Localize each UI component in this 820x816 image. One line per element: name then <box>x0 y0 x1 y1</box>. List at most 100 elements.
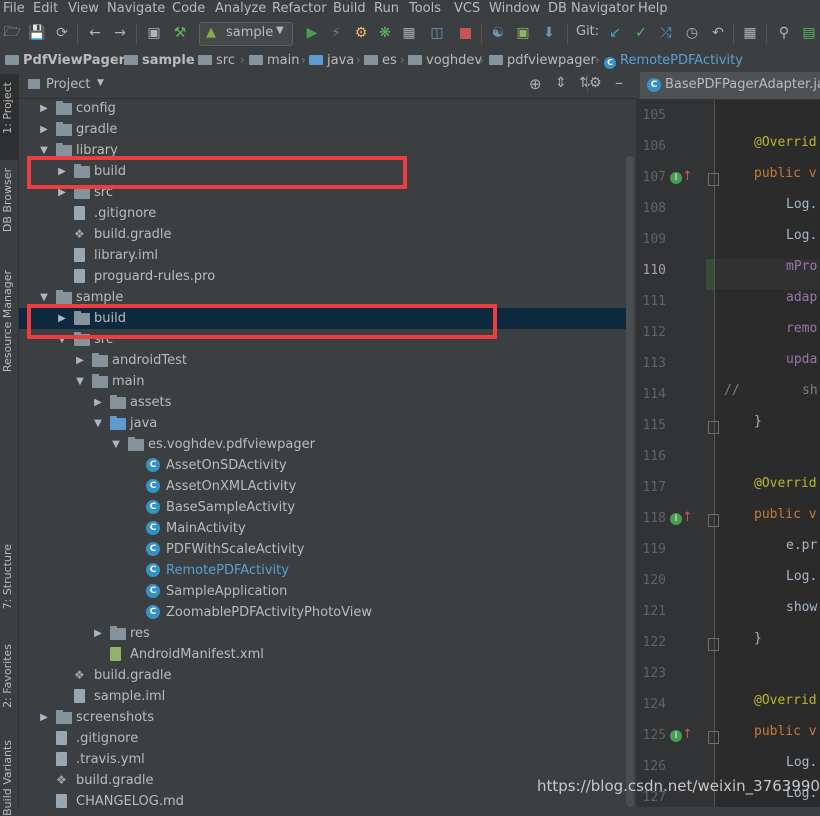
menu-run[interactable]: Run <box>374 1 399 16</box>
git-update-icon[interactable]: ↙ <box>606 24 624 42</box>
debug-bug-icon[interactable]: ❋ <box>376 24 394 42</box>
tree-item[interactable]: ❖ build.gradle <box>19 665 626 686</box>
git-commit-icon[interactable]: ✓ <box>632 24 650 42</box>
attach-debugger-icon[interactable]: ◫ <box>428 24 446 42</box>
history-icon[interactable]: ◷ <box>683 24 701 42</box>
resource-manager-tab[interactable]: Resource Manager <box>1 270 14 372</box>
override-icon[interactable]: I ↑ <box>670 169 693 187</box>
structure-tab[interactable]: 7: Structure <box>1 544 14 609</box>
tree-item[interactable]: C RemotePDFActivity <box>19 560 626 581</box>
run-configuration-dropdown[interactable]: ▲ sample ▼ <box>199 22 293 46</box>
breadcrumb-item-main[interactable]: main <box>249 53 299 68</box>
tree-item[interactable]: library.iml <box>19 245 626 266</box>
menu-window[interactable]: Window <box>489 1 540 16</box>
save-all-icon[interactable]: 💾 <box>28 24 46 42</box>
db-browser-tab[interactable]: DB Browser <box>1 168 14 232</box>
menu-tools[interactable]: Tools <box>409 1 441 16</box>
git-push-icon[interactable]: ⤮ <box>657 24 675 42</box>
tree-item[interactable]: proguard-rules.pro <box>19 266 626 287</box>
menu-vcs[interactable]: VCS <box>454 1 480 16</box>
project-structure-icon[interactable]: ▦ <box>741 24 759 42</box>
tree-item[interactable]: ▶ res <box>19 623 626 644</box>
chevron-right-icon[interactable]: ▶ <box>74 350 86 371</box>
tree-item[interactable]: sample.iml <box>19 686 626 707</box>
forward-icon[interactable]: → <box>111 24 129 42</box>
build-variants-tab[interactable]: Build Variants <box>1 740 14 816</box>
apply-changes-icon[interactable]: ⚡ <box>327 24 345 42</box>
tree-item[interactable]: ▶ gradle <box>19 119 626 140</box>
select-run-icon[interactable]: ▣ <box>145 24 163 42</box>
run-icon[interactable]: ▶ <box>303 24 321 42</box>
editor-tab-basepdfpageradapter[interactable]: C BasePDFPagerAdapter.java <box>640 72 820 99</box>
tree-item[interactable]: .gitignore <box>19 728 626 749</box>
project-tool-tab[interactable]: 1: Project <box>0 74 18 160</box>
breadcrumb-item-src[interactable]: src <box>198 53 235 68</box>
menu-view[interactable]: View <box>68 1 99 16</box>
chevron-right-icon[interactable]: ▶ <box>38 98 50 119</box>
fold-marker-icon[interactable] <box>708 731 719 744</box>
open-folder-icon[interactable]: 🗁 <box>3 24 21 42</box>
fold-marker-icon[interactable] <box>708 638 719 651</box>
chevron-right-icon[interactable]: ▶ <box>38 119 50 140</box>
back-icon[interactable]: ← <box>86 24 104 42</box>
tree-item[interactable]: ❖ build.gradle <box>19 770 626 791</box>
sdk-manager-icon[interactable]: ⬇ <box>540 24 558 42</box>
tree-item[interactable]: C AssetOnXMLActivity <box>19 476 626 497</box>
tree-item[interactable]: ▶ assets <box>19 392 626 413</box>
override-icon[interactable]: I ↑ <box>670 510 693 528</box>
menu-navigate[interactable]: Navigate <box>107 1 165 16</box>
breadcrumb-item-voghdev[interactable]: voghdev <box>408 53 482 68</box>
chevron-down-icon[interactable]: ▼ <box>74 371 86 392</box>
chevron-down-icon[interactable]: ▼ <box>97 78 104 88</box>
sync-icon[interactable]: ⟳ <box>53 24 71 42</box>
tree-item[interactable]: ▼ es.voghdev.pdfviewpager <box>19 434 626 455</box>
tree-item[interactable]: C AssetOnSDActivity <box>19 455 626 476</box>
tree-item[interactable]: C BaseSampleActivity <box>19 497 626 518</box>
menu-file[interactable]: File <box>3 1 25 16</box>
profile-icon[interactable]: ▦ <box>400 24 418 42</box>
expand-all-icon[interactable]: ⇕ <box>555 75 567 91</box>
tree-item[interactable]: ▶ screenshots <box>19 707 626 728</box>
rollback-icon[interactable]: ↶ <box>709 24 727 42</box>
breadcrumb-item-java[interactable]: java <box>309 53 354 68</box>
tree-item[interactable]: ▼ main <box>19 371 626 392</box>
search-icon[interactable]: ⚲ <box>775 24 793 42</box>
activity-monitor-icon[interactable]: ▤ <box>800 24 818 42</box>
sync-gradle-icon[interactable]: ☯ <box>489 24 507 42</box>
tree-item[interactable]: CHANGELOG.md <box>19 791 626 812</box>
gear-icon[interactable]: ⚙ <box>589 75 602 91</box>
locate-icon[interactable]: ⊕ <box>529 75 542 93</box>
menu-build[interactable]: Build <box>333 1 366 16</box>
chevron-right-icon[interactable]: ▶ <box>38 707 50 728</box>
chevron-down-icon[interactable]: ▼ <box>92 413 104 434</box>
menu-refactor[interactable]: Refactor <box>272 1 327 16</box>
tree-item[interactable]: .gitignore <box>19 203 626 224</box>
project-view-title[interactable]: Project <box>46 77 90 92</box>
breadcrumb-item-pdfviewpager[interactable]: pdfviewpager <box>489 53 596 68</box>
breadcrumb-item-class[interactable]: C RemotePDFActivity <box>604 53 743 69</box>
fold-marker-icon[interactable] <box>708 421 719 434</box>
tree-item[interactable]: C MainActivity <box>19 518 626 539</box>
override-icon[interactable]: I ↑ <box>670 727 693 745</box>
breadcrumb-item-es[interactable]: es <box>364 53 397 68</box>
menu-db-navigator[interactable]: DB Navigator <box>548 1 635 16</box>
tree-item[interactable]: C ZoomablePDFActivityPhotoView <box>19 602 626 623</box>
tree-item[interactable]: ▶ androidTest <box>19 350 626 371</box>
hide-icon[interactable]: – <box>615 73 623 92</box>
chevron-right-icon[interactable]: ▶ <box>92 623 104 644</box>
tree-item[interactable]: ❖ build.gradle <box>19 224 626 245</box>
menu-help[interactable]: Help <box>638 1 668 16</box>
chevron-right-icon[interactable]: ▶ <box>92 392 104 413</box>
debug-icon[interactable]: ⚙ <box>352 24 370 42</box>
tree-item[interactable]: C SampleApplication <box>19 581 626 602</box>
menu-code[interactable]: Code <box>172 1 205 16</box>
stop-icon[interactable] <box>456 24 474 42</box>
tree-scrollbar[interactable] <box>626 156 634 807</box>
menu-edit[interactable]: Edit <box>33 1 58 16</box>
breadcrumb-item-project[interactable]: PdfViewPager <box>5 53 125 68</box>
fold-marker-icon[interactable] <box>708 514 719 527</box>
favorites-tab[interactable]: 2: Favorites <box>1 644 14 708</box>
tree-item[interactable]: ▶ config <box>19 98 626 119</box>
tree-item[interactable]: AndroidManifest.xml <box>19 644 626 665</box>
menu-analyze[interactable]: Analyze <box>215 1 266 16</box>
